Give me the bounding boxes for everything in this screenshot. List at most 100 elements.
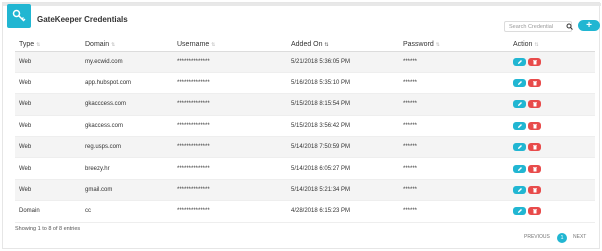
next-page-link[interactable]: NEXT [573,234,586,240]
cell-domain: cc [81,200,173,223]
edit-button[interactable] [513,79,526,88]
cell-type: Web [15,93,81,116]
trash-icon [532,123,537,129]
cell-added-on: 5/14/2018 6:05:27 PM [287,157,399,180]
table-row: Web my.ecwid.com ************** 5/21/2018 5… [15,51,595,73]
cell-password: ****** [399,157,509,180]
cell-type: Web [15,157,81,180]
delete-button[interactable] [528,164,541,173]
cell-domain: gkaccess.com [81,115,173,138]
delete-button[interactable] [528,143,541,152]
cell-domain: breezy.hr [81,157,173,180]
cell-action [509,51,595,73]
pencil-icon [517,81,522,86]
sort-icon: ⇅ [211,42,216,49]
table-row: Web app.hubspot.com ************** 5/16/201… [15,72,595,95]
cell-password: ****** [399,93,509,116]
delete-button[interactable] [528,57,541,66]
cell-action [509,179,595,202]
add-credential-button[interactable]: + [578,20,600,31]
cell-domain: gmail.com [81,179,173,202]
cell-type: Web [15,179,81,202]
cell-domain: gkacccess.com [81,93,173,116]
edit-button[interactable] [513,164,526,173]
delete-button[interactable] [528,79,541,88]
page-number-button[interactable]: 1 [557,233,567,243]
column-header-domain[interactable]: Domain ⇅ [81,39,173,52]
edit-button[interactable] [513,100,526,109]
cell-type: Domain [15,200,81,223]
edit-button[interactable] [513,186,526,195]
cell-added-on: 5/14/2018 5:21:34 PM [287,179,399,202]
trash-icon [532,81,537,86]
cell-username: ************** [173,51,287,73]
cell-added-on: 5/21/2018 5:36:05 PM [287,51,399,73]
search-icon[interactable] [564,21,574,32]
sort-icon: ⇅ [435,42,440,49]
sort-icon: ⇅ [111,42,116,49]
cell-domain: my.ecwid.com [81,51,173,73]
column-header-added-on[interactable]: Added On ⇅ [287,39,399,52]
credentials-table: Type ⇅ Domain ⇅ Username ⇅ Added On ⇅ Passwo… [15,39,595,223]
trash-icon [532,145,537,150]
cell-added-on: 5/15/2018 3:56:42 PM [287,115,399,138]
delete-button[interactable] [528,186,541,195]
cell-username: ************** [173,93,287,116]
column-header-action: Action ⇅ [509,39,595,52]
edit-button[interactable] [513,121,526,130]
trash-icon [532,188,537,193]
trash-icon [532,166,537,172]
trash-icon [532,209,537,214]
cell-password: ****** [399,51,509,73]
cell-action [509,157,595,180]
delete-button[interactable] [528,100,541,109]
search-input[interactable]: Search Credential [504,21,572,32]
table-header-row: Type ⇅ Domain ⇅ Username ⇅ Added On ⇅ Passwo… [15,39,595,52]
cell-action [509,136,595,159]
pencil-icon [517,123,522,128]
pencil-icon [517,102,522,107]
column-header-username[interactable]: Username ⇅ [173,39,287,52]
cell-username: ************** [173,157,287,180]
cell-username: ************** [173,179,287,202]
previous-page-link[interactable]: PREVIOUS [524,234,550,240]
cell-password: ****** [399,200,509,223]
top-border [3,3,601,6]
cell-password: ****** [399,179,509,202]
cell-password: ****** [399,72,509,95]
cell-action [509,115,595,138]
cell-type: Web [15,136,81,159]
cell-username: ************** [173,136,287,159]
cell-type: Web [15,115,81,138]
sort-icon: ⇅ [324,42,329,49]
cell-password: ****** [399,136,509,159]
cell-type: Web [15,51,81,73]
table-row: Domain cc ************** 4/28/2018 6:15:23 … [15,200,595,223]
pencil-icon [517,209,522,214]
cell-domain: app.hubspot.com [81,72,173,95]
cell-username: ************** [173,72,287,95]
column-header-password[interactable]: Password ⇅ [399,39,509,52]
trash-icon [532,59,537,65]
sort-icon: ⇅ [534,42,539,49]
table-row: Web breezy.hr ************** 5/14/2018 6:05… [15,157,595,180]
edit-button[interactable] [513,143,526,152]
cell-action [509,93,595,116]
pencil-icon [517,59,522,64]
table-row: Web reg.usps.com ************** 5/14/2018 7… [15,136,595,159]
page-title: GateKeeper Credentials [37,15,128,24]
cell-added-on: 5/16/2018 5:35:10 PM [287,72,399,95]
pencil-icon [517,166,522,171]
delete-button[interactable] [528,121,541,130]
delete-button[interactable] [528,207,541,216]
sort-icon: ⇅ [36,42,41,49]
pencil-icon [517,145,522,150]
edit-button[interactable] [513,207,526,216]
edit-button[interactable] [513,57,526,66]
credentials-panel: GateKeeper Credentials Search Credential… [2,2,601,249]
pencil-icon [517,188,522,193]
column-header-type[interactable]: Type ⇅ [15,39,81,52]
cell-added-on: 4/28/2018 6:15:23 PM [287,200,399,223]
cell-domain: reg.usps.com [81,136,173,159]
entries-info: Showing 1 to 8 of 8 entries [15,226,81,232]
